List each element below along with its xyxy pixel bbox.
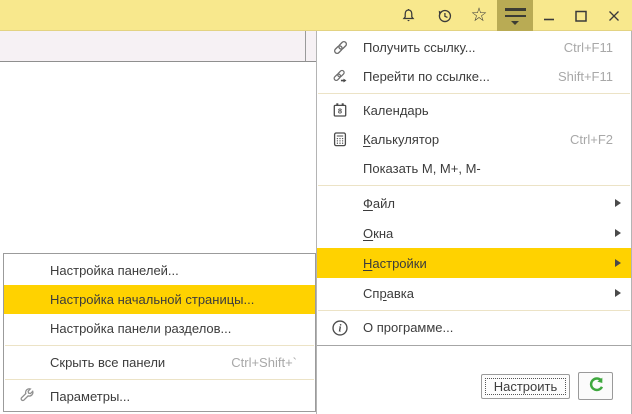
submenu-arrow-icon	[615, 289, 621, 297]
maximize-icon	[573, 8, 589, 24]
submenu-item-label: Настройка панели разделов...	[50, 321, 231, 336]
link-icon	[317, 39, 363, 56]
submenu-item-label: Параметры...	[50, 389, 130, 404]
menu-item-calculator[interactable]: Калькулятор Ctrl+F2	[317, 125, 631, 154]
menu-item-label: Справка	[363, 286, 414, 301]
menu-item-label: О программе...	[363, 320, 453, 335]
menu-item-label: Настройки	[363, 256, 427, 271]
menu-separator	[318, 93, 630, 94]
menu-item-settings[interactable]: Настройки	[317, 248, 631, 278]
bell-icon	[400, 7, 417, 24]
menu-item-about[interactable]: i О программе...	[317, 313, 631, 342]
menu-item-label: Файл	[363, 196, 395, 211]
submenu-arrow-icon	[615, 229, 621, 237]
app-toolbar-band	[0, 31, 316, 62]
notifications-button[interactable]	[393, 0, 423, 31]
hamburger-menu-icon	[505, 6, 526, 25]
calculator-icon	[317, 131, 363, 148]
maximize-button[interactable]	[566, 0, 596, 31]
history-button[interactable]	[429, 0, 459, 31]
menu-item-help[interactable]: Справка	[317, 278, 631, 308]
menu-item-label: Калькулятор	[363, 132, 439, 147]
submenu-item-hide-all-panels[interactable]: Скрыть все панели Ctrl+Shift+`	[4, 348, 315, 377]
favorites-button[interactable]: ☆	[464, 0, 494, 31]
menu-item-windows[interactable]: Окна	[317, 218, 631, 248]
submenu-item-sections-panel-setup[interactable]: Настройка панели разделов...	[4, 314, 315, 343]
refresh-icon	[587, 376, 605, 397]
menu-item-file[interactable]: Файл	[317, 188, 631, 218]
submenu-item-parameters[interactable]: Параметры...	[4, 382, 315, 411]
menu-footer-separator	[317, 345, 631, 346]
configure-button[interactable]: Настроить	[481, 374, 570, 399]
link-arrow-icon	[317, 68, 363, 85]
menu-item-label: Календарь	[363, 103, 429, 118]
main-menu-button[interactable]	[497, 0, 533, 31]
submenu-item-panel-setup[interactable]: Настройка панелей...	[4, 256, 315, 285]
refresh-button[interactable]	[578, 372, 613, 400]
menu-item-label: Получить ссылку...	[363, 40, 476, 55]
info-icon: i	[317, 319, 363, 337]
menu-separator	[318, 185, 630, 186]
close-icon	[606, 8, 622, 24]
submenu-separator	[5, 379, 314, 380]
submenu-item-label: Настройка панелей...	[50, 263, 179, 278]
minimize-button[interactable]	[534, 0, 564, 31]
submenu-arrow-icon	[615, 259, 621, 267]
main-dropdown-menu: Получить ссылку... Ctrl+F11 Перейти по с…	[316, 31, 632, 414]
svg-text:8: 8	[338, 107, 342, 116]
submenu-separator	[5, 345, 314, 346]
menu-separator	[318, 310, 630, 311]
svg-text:i: i	[339, 322, 342, 334]
titlebar: ☆	[0, 0, 632, 31]
shortcut-label: Ctrl+F2	[570, 132, 631, 147]
menu-item-get-link[interactable]: Получить ссылку... Ctrl+F11	[317, 33, 631, 62]
submenu-item-home-page-setup[interactable]: Настройка начальной страницы...	[4, 285, 315, 314]
submenu-item-label: Настройка начальной страницы...	[50, 292, 254, 307]
settings-submenu: Настройка панелей... Настройка начальной…	[3, 253, 316, 412]
shortcut-label: Ctrl+F11	[564, 40, 631, 55]
history-icon	[436, 7, 453, 24]
app-toolbar-divider	[305, 31, 306, 61]
wrench-icon	[4, 388, 50, 405]
menu-item-go-to-link[interactable]: Перейти по ссылке... Shift+F11	[317, 62, 631, 91]
shortcut-label: Shift+F11	[558, 69, 631, 84]
menu-item-label: Перейти по ссылке...	[363, 69, 490, 84]
menu-item-show-memory[interactable]: Показать М, М+, М-	[317, 154, 631, 183]
app-window: ☆	[0, 0, 632, 414]
submenu-arrow-icon	[615, 199, 621, 207]
menu-item-label: Окна	[363, 226, 393, 241]
minimize-icon	[541, 8, 557, 24]
star-icon: ☆	[470, 6, 487, 25]
menu-item-label: Показать М, М+, М-	[363, 161, 481, 176]
shortcut-label: Ctrl+Shift+`	[231, 355, 315, 370]
menu-item-calendar[interactable]: 8 Календарь	[317, 96, 631, 125]
submenu-item-label: Скрыть все панели	[50, 355, 165, 370]
close-button[interactable]	[599, 0, 629, 31]
calendar-icon: 8	[317, 102, 363, 119]
